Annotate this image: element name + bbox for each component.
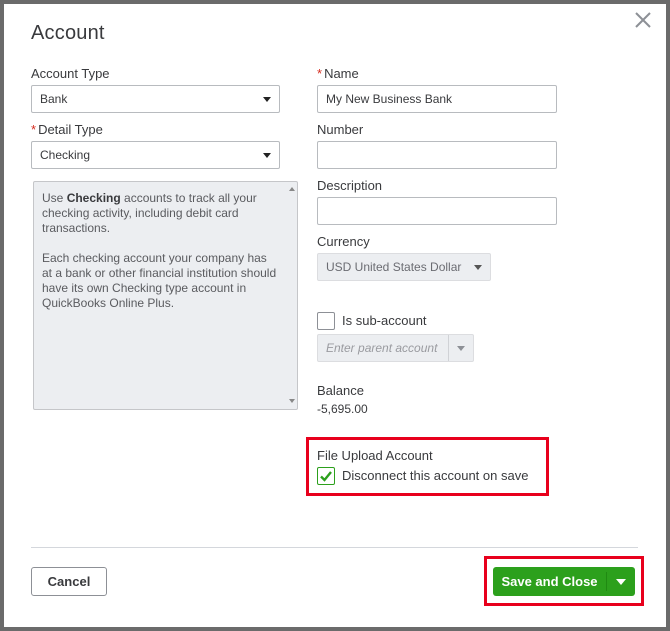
description-label: Description — [317, 178, 383, 193]
currency-value: USD United States Dollar — [326, 260, 462, 274]
dialog-title: Account — [31, 22, 105, 44]
chevron-down-icon — [263, 152, 271, 158]
save-and-close-button[interactable]: Save and Close — [493, 567, 606, 596]
save-options-dropdown[interactable] — [607, 567, 635, 596]
detail-type-select[interactable]: Checking — [31, 141, 280, 169]
checkmark-icon — [320, 471, 332, 482]
detail-type-value: Checking — [40, 148, 91, 162]
scroll-up-icon[interactable] — [289, 187, 295, 191]
description-bold: Checking — [66, 191, 121, 205]
number-label: Number — [317, 122, 364, 137]
chevron-down-icon — [457, 345, 465, 351]
scroll-down-icon[interactable] — [289, 399, 295, 403]
parent-account-select: Enter parent account — [317, 334, 474, 362]
chevron-down-icon — [616, 578, 626, 585]
required-marker: * — [317, 66, 323, 81]
sub-account-label: Is sub-account — [342, 313, 427, 328]
detail-type-label: * Detail Type — [31, 122, 103, 137]
parent-account-placeholder: Enter parent account — [326, 341, 438, 355]
detail-type-description: Use Checking accounts to track all your … — [33, 181, 298, 410]
account-type-select[interactable]: Bank — [31, 85, 280, 113]
disconnect-checkbox[interactable] — [317, 467, 335, 485]
balance-value: -5,695.00 — [317, 402, 368, 416]
currency-label: Currency — [317, 234, 370, 249]
sub-account-checkbox[interactable] — [317, 312, 335, 330]
balance-label: Balance — [317, 383, 364, 398]
close-icon[interactable] — [632, 9, 654, 31]
currency-select: USD United States Dollar — [317, 253, 491, 281]
account-type-value: Bank — [40, 92, 68, 106]
description-input[interactable] — [317, 197, 557, 225]
name-input-value: My New Business Bank — [326, 92, 453, 106]
required-marker: * — [31, 122, 37, 137]
cancel-button[interactable]: Cancel — [31, 567, 107, 596]
description-paragraph-2: Each checking account your company has a… — [42, 251, 277, 310]
number-input[interactable] — [317, 141, 557, 169]
chevron-down-icon — [474, 264, 482, 270]
save-button-group[interactable]: Save and Close — [493, 567, 635, 596]
file-upload-label: File Upload Account — [317, 448, 433, 463]
disconnect-label: Disconnect this account on save — [342, 468, 529, 483]
footer-divider — [31, 547, 638, 548]
chevron-down-icon — [263, 96, 271, 102]
name-input[interactable]: My New Business Bank — [317, 85, 557, 113]
file-upload-highlight — [306, 437, 549, 496]
account-type-label: Account Type — [31, 66, 110, 81]
name-label: * Name — [317, 66, 359, 81]
